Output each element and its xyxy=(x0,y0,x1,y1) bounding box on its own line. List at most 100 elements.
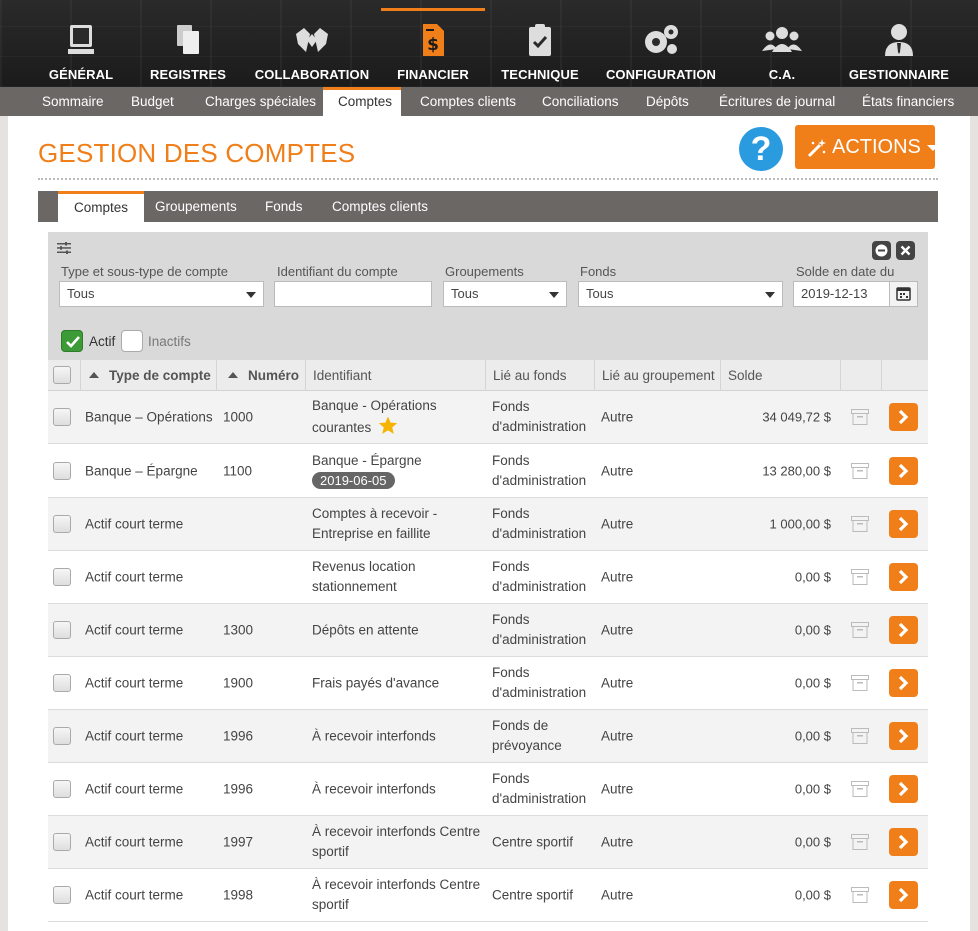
table-row[interactable]: Actif court terme 1300 Dépôts en attente… xyxy=(48,604,928,657)
nav-ca[interactable]: C.A. xyxy=(746,8,818,87)
nav-collaboration[interactable]: COLLABORATION xyxy=(254,8,370,87)
chevron-right-icon xyxy=(898,409,909,425)
open-account-button[interactable] xyxy=(889,722,918,750)
archive-icon[interactable] xyxy=(851,728,869,744)
cell-groupement: Autre xyxy=(601,516,634,532)
header-groupement[interactable]: Lié au groupement xyxy=(602,360,715,391)
row-checkbox[interactable] xyxy=(53,515,71,533)
nav-general[interactable]: GÉNÉRAL xyxy=(38,8,124,87)
collapse-filters-button[interactable] xyxy=(872,241,891,260)
tab-groupements[interactable]: Groupements xyxy=(139,191,253,222)
archive-icon[interactable] xyxy=(851,622,869,638)
row-checkbox[interactable] xyxy=(53,621,71,639)
nav-configuration[interactable]: CONFIGURATION xyxy=(604,8,718,87)
row-checkbox[interactable] xyxy=(53,408,71,426)
cell-groupement: Autre xyxy=(601,728,634,744)
nav-registres[interactable]: REGISTRES xyxy=(142,8,234,87)
type-select[interactable]: Tous xyxy=(59,281,264,307)
open-account-button[interactable] xyxy=(889,669,918,697)
row-checkbox[interactable] xyxy=(53,568,71,586)
archive-icon[interactable] xyxy=(851,675,869,691)
archive-icon[interactable] xyxy=(851,463,869,479)
row-checkbox[interactable] xyxy=(53,780,71,798)
chevron-right-icon xyxy=(898,887,909,903)
open-account-button[interactable] xyxy=(889,457,918,485)
archive-icon[interactable] xyxy=(851,516,869,532)
subnav-ecritures-journal[interactable]: Écritures de journal xyxy=(704,87,850,116)
table-row[interactable]: Actif court terme Revenus location stati… xyxy=(48,551,928,604)
chevron-right-icon xyxy=(898,622,909,638)
chevron-right-icon xyxy=(898,675,909,691)
subnav-budget[interactable]: Budget xyxy=(116,87,189,116)
chevron-right-icon xyxy=(898,728,909,744)
subnav-etats-financiers[interactable]: États financiers xyxy=(847,87,969,116)
row-checkbox[interactable] xyxy=(53,886,71,904)
row-checkbox[interactable] xyxy=(53,727,71,745)
archive-icon[interactable] xyxy=(851,409,869,425)
type-select-value: Tous xyxy=(67,286,95,301)
header-fonds[interactable]: Lié au fonds xyxy=(493,360,567,391)
sliders-icon[interactable] xyxy=(57,242,71,254)
groupements-select[interactable]: Tous xyxy=(443,281,567,307)
header-numero[interactable]: Numéro xyxy=(228,360,299,391)
tab-comptes[interactable]: Comptes xyxy=(58,191,145,222)
open-account-button[interactable] xyxy=(889,828,918,856)
account-tabs: Comptes Groupements Fonds Comptes client… xyxy=(38,191,938,222)
table-row[interactable]: Actif court terme 1998 À recevoir interf… xyxy=(48,869,928,922)
inactifs-checkbox[interactable] xyxy=(121,330,143,352)
main-panel: GESTION DES COMPTES ? ACTIONS Comptes Gr… xyxy=(8,116,970,931)
table-row[interactable]: Banque – Opérations 1000 Banque - Opérat… xyxy=(48,391,928,444)
header-identifiant[interactable]: Identifiant xyxy=(313,360,372,391)
tab-comptes-clients[interactable]: Comptes clients xyxy=(316,191,444,222)
archive-icon[interactable] xyxy=(851,887,869,903)
calendar-button[interactable] xyxy=(890,281,918,307)
table-row[interactable]: Actif court terme 1900 Frais payés d'ava… xyxy=(48,657,928,710)
open-account-button[interactable] xyxy=(889,563,918,591)
archive-icon[interactable] xyxy=(851,781,869,797)
row-checkbox[interactable] xyxy=(53,833,71,851)
nav-financier[interactable]: $ FINANCIER xyxy=(381,8,485,87)
identifier-input[interactable] xyxy=(274,281,432,307)
subnav-comptes[interactable]: Comptes xyxy=(323,87,401,116)
table-row[interactable]: Actif court terme Comptes à recevoir - E… xyxy=(48,498,928,551)
tab-fonds[interactable]: Fonds xyxy=(249,191,319,222)
star-icon xyxy=(378,416,398,434)
cell-groupement: Autre xyxy=(601,887,634,903)
svg-text:$: $ xyxy=(427,35,439,55)
cell-groupement: Autre xyxy=(601,463,634,479)
subnav-comptes-clients[interactable]: Comptes clients xyxy=(405,87,531,116)
financier-subnav: Sommaire Budget Charges spéciales Compte… xyxy=(0,87,978,116)
subnav-charges-speciales[interactable]: Charges spéciales xyxy=(190,87,331,116)
column-divider xyxy=(720,360,721,391)
open-account-button[interactable] xyxy=(889,403,918,431)
nav-technique[interactable]: TECHNIQUE xyxy=(498,8,582,87)
subnav-conciliations[interactable]: Conciliations xyxy=(527,87,634,116)
archive-icon[interactable] xyxy=(851,569,869,585)
table-row[interactable]: Actif court terme 1997 À recevoir interf… xyxy=(48,816,928,869)
actions-button[interactable]: ACTIONS xyxy=(795,125,939,169)
select-all-checkbox[interactable] xyxy=(53,366,71,384)
table-row[interactable]: Banque – Épargne 1100 Banque - Épargne 2… xyxy=(48,445,928,498)
open-account-button[interactable] xyxy=(889,510,918,538)
archive-icon[interactable] xyxy=(851,834,869,850)
cell-type: Actif court terme xyxy=(85,728,184,744)
close-filters-button[interactable] xyxy=(896,241,915,260)
actif-checkbox[interactable] xyxy=(61,330,83,352)
solde-date-input[interactable]: 2019-12-13 xyxy=(793,281,890,307)
subnav-sommaire[interactable]: Sommaire xyxy=(27,87,119,116)
nav-gestionnaire[interactable]: GESTIONNAIRE xyxy=(848,8,950,87)
open-account-button[interactable] xyxy=(889,881,918,909)
row-checkbox[interactable] xyxy=(53,674,71,692)
open-account-button[interactable] xyxy=(889,775,918,803)
fonds-select[interactable]: Tous xyxy=(578,281,783,307)
header-solde[interactable]: Solde xyxy=(728,360,763,391)
open-account-button[interactable] xyxy=(889,616,918,644)
actif-label: Actif xyxy=(89,334,116,349)
help-button[interactable]: ? xyxy=(739,127,783,171)
table-row[interactable]: Actif court terme 1996 À recevoir interf… xyxy=(48,710,928,763)
table-row[interactable]: Actif court terme 1996 À recevoir interf… xyxy=(48,763,928,816)
header-type[interactable]: Type de compte xyxy=(89,360,211,391)
row-checkbox[interactable] xyxy=(53,462,71,480)
cell-groupement: Autre xyxy=(601,834,634,850)
subnav-depots[interactable]: Dépôts xyxy=(631,87,704,116)
